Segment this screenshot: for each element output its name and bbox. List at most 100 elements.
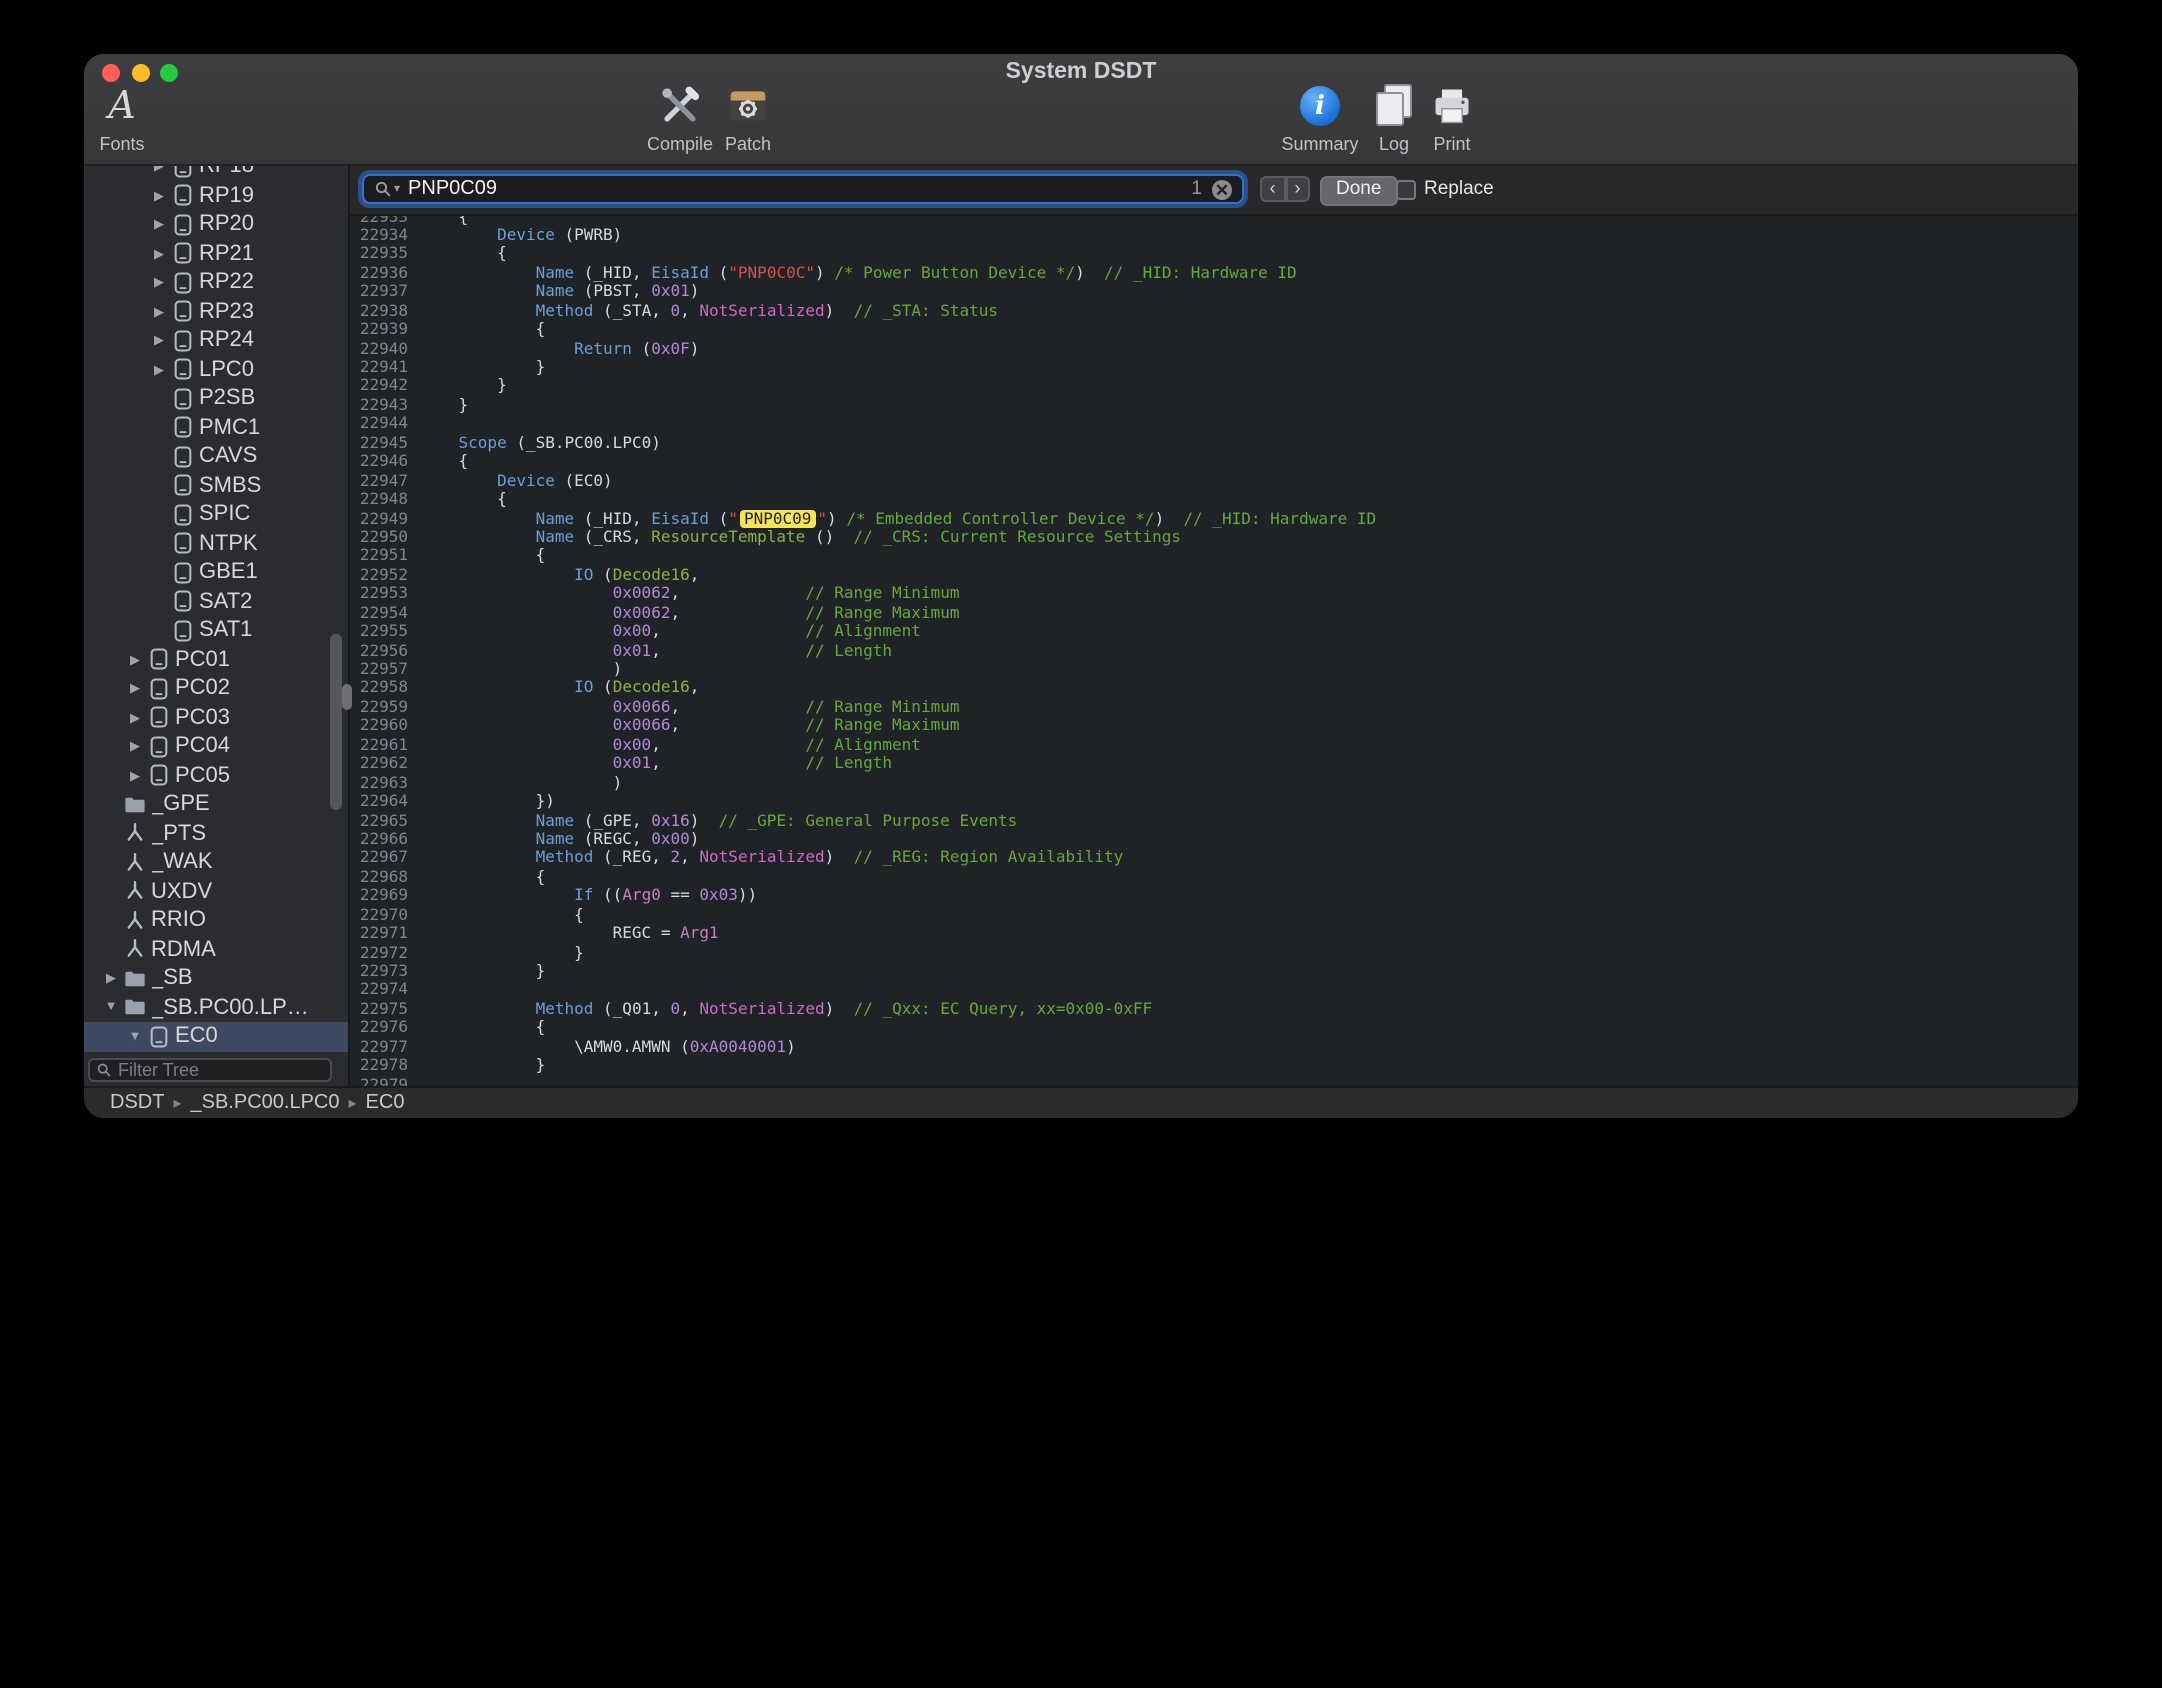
sidebar-item-EC0[interactable]: ▼EC0 <box>84 1022 348 1051</box>
sidebar-item-RP19[interactable]: ▶ RP19 <box>84 181 348 210</box>
clear-search-icon[interactable]: ✕ <box>1212 179 1232 199</box>
sidebar-item-RP21[interactable]: ▶RP21 <box>84 239 348 268</box>
disclosure-triangle-icon[interactable]: ▶ <box>124 652 146 668</box>
sidebar-item-PC03[interactable]: ▶PC03 <box>84 703 348 732</box>
replace-toggle[interactable]: Replace <box>1396 176 1494 202</box>
patch-gear-icon <box>726 82 770 130</box>
sidebar-item-_WAK[interactable]: _WAK <box>84 848 348 877</box>
sidebar-item-PC01[interactable]: ▶PC01 <box>84 645 348 674</box>
search-match-highlight: PNP0C09 <box>740 509 815 527</box>
sidebar-item-SAT1[interactable]: SAT1 <box>84 616 348 645</box>
code-line: 22952 IO (Decode16, <box>350 566 2078 585</box>
fonts-button[interactable]: A Fonts <box>88 82 156 154</box>
sidebar-item-RDMA[interactable]: RDMA <box>84 935 348 964</box>
sidebar-item-_PTS[interactable]: _PTS <box>84 819 348 848</box>
sidebar-item-RP20[interactable]: ▶RP20 <box>84 210 348 239</box>
breadcrumb-item[interactable]: EC0 <box>366 1092 405 1114</box>
replace-checkbox[interactable] <box>1396 179 1416 199</box>
sidebar-item-_GPE[interactable]: _GPE <box>84 790 348 819</box>
line-number: 22936 <box>350 264 420 283</box>
code-line: 22936 Name (_HID, EisaId ("PNP0C0C") /* … <box>350 264 2078 283</box>
compile-button[interactable]: Compile <box>644 82 716 154</box>
line-number: 22946 <box>350 452 420 471</box>
sidebar-item-SAT2[interactable]: SAT2 <box>84 587 348 616</box>
sidebar-item-_SB.PC00.LP…[interactable]: ▼_SB.PC00.LP… <box>84 993 348 1022</box>
disclosure-triangle-icon[interactable]: ▼ <box>100 1001 122 1015</box>
sidebar-item-PC05[interactable]: ▶PC05 <box>84 761 348 790</box>
sidebar-item-RRIO[interactable]: RRIO <box>84 906 348 935</box>
log-button[interactable]: Log <box>1366 82 1422 154</box>
find-field[interactable]: ▾ 1 ✕ <box>362 174 1244 204</box>
sidebar-item-RP24[interactable]: ▶RP24 <box>84 326 348 355</box>
code-line: 22964 }) <box>350 792 2078 811</box>
sidebar-item-label: _SB <box>151 967 193 991</box>
search-menu-chevron-icon[interactable]: ▾ <box>394 182 400 196</box>
sidebar-item-PMC1[interactable]: PMC1 <box>84 413 348 442</box>
code-editor[interactable]: 22933 {22934 Device (PWRB)22935 {22936 N… <box>350 216 2078 1085</box>
sidebar-item-label: SAT2 <box>199 590 252 614</box>
breadcrumb-item[interactable]: DSDT <box>110 1092 164 1114</box>
patch-button[interactable]: Patch <box>718 82 778 154</box>
line-number: 22962 <box>350 754 420 773</box>
find-previous-button[interactable]: ‹ <box>1260 176 1285 202</box>
code-line: 22946 { <box>350 452 2078 471</box>
disclosure-triangle-icon[interactable]: ▶ <box>148 246 170 262</box>
sidebar-resize-handle[interactable] <box>342 684 352 710</box>
code-line: 22968 { <box>350 868 2078 887</box>
disclosure-triangle-icon[interactable]: ▶ <box>100 971 122 987</box>
sidebar-item-SMBS[interactable]: SMBS <box>84 471 348 500</box>
disclosure-triangle-icon[interactable]: ▶ <box>148 304 170 320</box>
sidebar-item-PC04[interactable]: ▶PC04 <box>84 732 348 761</box>
sidebar-item-SPIC[interactable]: SPIC <box>84 500 348 529</box>
sidebar-item-GBE1[interactable]: GBE1 <box>84 558 348 587</box>
summary-button[interactable]: i Summary <box>1276 82 1364 154</box>
disclosure-triangle-icon[interactable]: ▶ <box>148 166 170 175</box>
sidebar-item-RP18[interactable]: ▶RP18 <box>84 166 348 181</box>
disclosure-triangle-icon[interactable]: ▶ <box>148 362 170 378</box>
log-label: Log <box>1379 134 1409 154</box>
sidebar-item-RP22[interactable]: ▶ RP22 <box>84 268 348 297</box>
disclosure-triangle-icon[interactable]: ▼ <box>124 1030 146 1044</box>
replace-label: Replace <box>1424 178 1494 200</box>
sidebar-item-label: _GPE <box>151 793 210 817</box>
sidebar-item-PC02[interactable]: ▶PC02 <box>84 674 348 703</box>
sidebar-scrollbar-thumb[interactable] <box>330 634 342 810</box>
sidebar-item-RP23[interactable]: ▶RP23 <box>84 297 348 326</box>
find-next-button[interactable]: › <box>1285 176 1310 202</box>
line-number: 22968 <box>350 868 420 887</box>
device-icon <box>170 561 196 585</box>
sidebar-item-LPC0[interactable]: ▶LPC0 <box>84 355 348 384</box>
sidebar-item-P2SB[interactable]: P2SB <box>84 384 348 413</box>
sidebar-item-UXDV[interactable]: UXDV <box>84 877 348 906</box>
breadcrumb-item[interactable]: _SB.PC00.LPC0 <box>191 1092 340 1114</box>
filter-tree-input[interactable] <box>118 1059 324 1079</box>
sidebar-item-label: RP19 <box>199 184 254 208</box>
disclosure-triangle-icon[interactable]: ▶ <box>148 217 170 233</box>
sidebar-item-CAVS[interactable]: CAVS <box>84 442 348 471</box>
done-button[interactable]: Done <box>1320 176 1397 206</box>
line-number: 22970 <box>350 905 420 924</box>
disclosure-triangle-icon[interactable]: ▶ <box>148 188 170 204</box>
print-button[interactable]: Print <box>1420 82 1484 154</box>
disclosure-triangle-icon[interactable]: ▶ <box>124 710 146 726</box>
code-line: 22956 0x01, // Length <box>350 641 2078 660</box>
filter-tree-field[interactable] <box>88 1057 332 1081</box>
disclosure-triangle-icon[interactable]: ▶ <box>124 681 146 697</box>
disclosure-triangle-icon[interactable]: ▶ <box>124 739 146 755</box>
sidebar-item-label: _WAK <box>151 851 213 875</box>
line-number: 22955 <box>350 622 420 641</box>
code-line: 22960 0x0066, // Range Maximum <box>350 717 2078 736</box>
find-input[interactable] <box>408 178 1191 200</box>
disclosure-triangle-icon[interactable]: ▶ <box>148 333 170 349</box>
sidebar-item-label: SMBS <box>199 474 261 498</box>
line-number: 22940 <box>350 339 420 358</box>
code-line: 22950 Name (_CRS, ResourceTemplate () //… <box>350 528 2078 547</box>
disclosure-triangle-icon[interactable]: ▶ <box>124 768 146 784</box>
line-number: 22952 <box>350 566 420 585</box>
disclosure-triangle-icon[interactable]: ▶ <box>148 275 170 291</box>
sidebar-item-label: SPIC <box>199 503 250 527</box>
sidebar-item-label: RP22 <box>199 271 254 295</box>
sidebar-item-NTPK[interactable]: NTPK <box>84 529 348 558</box>
sidebar-item-_SB[interactable]: ▶ _SB <box>84 964 348 993</box>
line-number: 22957 <box>350 660 420 679</box>
